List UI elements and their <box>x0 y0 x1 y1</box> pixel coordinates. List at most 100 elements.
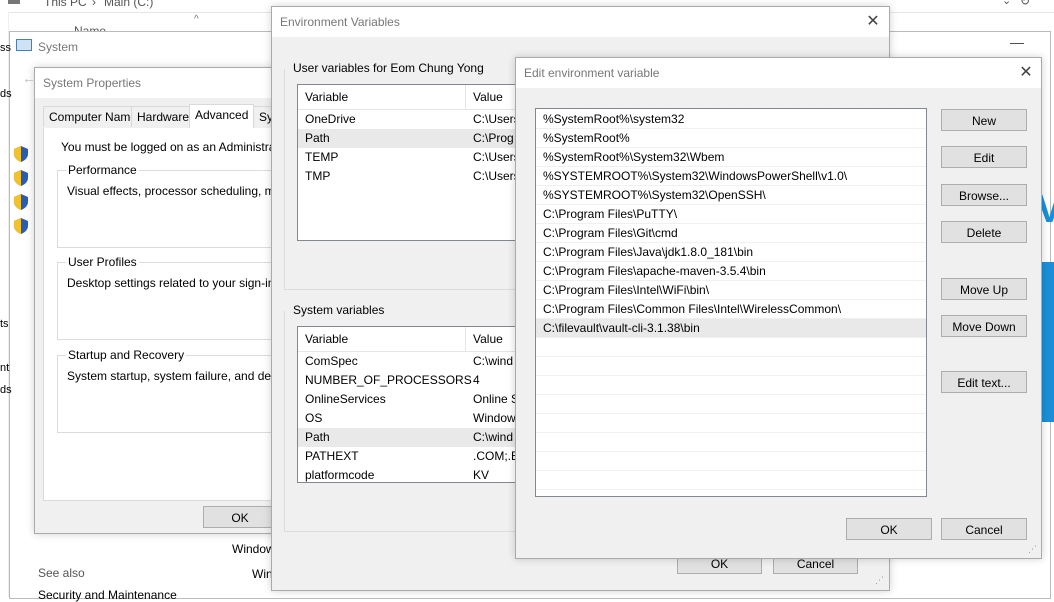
variable-name-cell: Path <box>305 430 330 444</box>
new-button[interactable]: New <box>941 109 1027 131</box>
path-entries-list[interactable]: %SystemRoot%\system32 %SystemRoot% %System… <box>535 108 927 497</box>
tab-label: Computer Name <box>49 110 138 124</box>
address-dropdown-icon[interactable]: ⌄ <box>1002 0 1011 7</box>
close-icon[interactable]: ✕ <box>862 11 884 33</box>
column-header-value[interactable]: Value <box>473 85 503 109</box>
variable-value-cell: KV <box>473 468 490 482</box>
list-item[interactable]: C:\filevault\vault-cli-3.1.38\bin <box>536 319 926 338</box>
system-properties-ok-button[interactable]: OK <box>203 506 277 528</box>
list-item[interactable] <box>536 452 926 471</box>
windows-logo-fragment <box>1040 262 1054 422</box>
variable-value-cell: C:\Users <box>473 169 520 183</box>
variable-name-cell: TEMP <box>305 150 339 164</box>
tab-advanced[interactable]: Advanced <box>189 104 255 128</box>
uac-shield-icon <box>14 194 28 210</box>
minimize-icon[interactable]: — <box>1010 34 1024 50</box>
list-item[interactable] <box>536 376 926 395</box>
variable-value-cell: .COM;.E <box>473 449 520 463</box>
admin-note: You must be logged on as an Administrato… <box>61 140 303 154</box>
list-item[interactable]: %SystemRoot% <box>536 129 926 148</box>
delete-button[interactable]: Delete <box>941 221 1027 243</box>
variable-value-cell: C:\Prog <box>473 131 514 145</box>
column-header-value[interactable]: Value <box>473 327 503 351</box>
variable-name-cell: Path <box>305 131 330 145</box>
variable-name-cell: TMP <box>305 169 331 183</box>
breadcrumb-this-pc[interactable]: This PC <box>44 0 87 9</box>
list-item[interactable]: C:\Program Files\apache-maven-3.5.4\bin <box>536 262 926 281</box>
list-item[interactable]: %SYSTEMROOT%\System32\WindowsPowerShell\… <box>536 167 926 186</box>
left-edge-shield-column: ss ds ts nt ds <box>0 42 12 520</box>
edit-environment-variable-dialog: Edit environment variable ✕ %SystemRoot%… <box>515 57 1042 559</box>
list-item[interactable]: C:\Program Files\Git\cmd <box>536 224 926 243</box>
uac-shield-icon <box>14 218 28 234</box>
security-maintenance-link[interactable]: Security and Maintenance <box>38 588 177 602</box>
variable-name-cell: OnlineServices <box>305 392 386 406</box>
edit-dialog-title: Edit environment variable <box>524 66 660 80</box>
resize-grip-icon[interactable]: ⋰ <box>875 575 884 586</box>
left-edge-fragment: ss <box>0 42 11 54</box>
column-divider <box>465 327 466 351</box>
list-item[interactable] <box>536 338 926 357</box>
breadcrumb-separator-icon: › <box>92 0 96 9</box>
left-edge-fragment: nt <box>0 362 10 374</box>
tab-label: Advanced <box>195 108 249 122</box>
tab-label: Hardware <box>137 110 190 124</box>
startup-recovery-desc: System startup, system failure, and debu… <box>67 369 301 383</box>
drive-icon <box>8 0 20 4</box>
left-edge-fragment: ds <box>0 88 12 100</box>
variable-value-cell: C:\Users <box>473 150 520 164</box>
system-properties-dialog: System Properties Computer Name Hardware… <box>34 67 303 534</box>
tab-computer-name[interactable]: Computer Name <box>43 106 144 127</box>
list-item[interactable]: %SYSTEMROOT%\System32\OpenSSH\ <box>536 186 926 205</box>
breadcrumb-main[interactable]: Main (C:) <box>104 0 153 9</box>
variable-value-cell: Online S <box>473 392 520 406</box>
system-properties-title: System Properties <box>43 76 142 90</box>
system-window-title: System <box>38 40 79 54</box>
variable-value-cell: C:\wind <box>473 354 514 368</box>
variable-value-cell: 4 <box>473 373 480 387</box>
variable-name-cell: PATHEXT <box>305 449 359 463</box>
system-properties-titlebar: System Properties <box>35 68 285 98</box>
tab-strip: Computer Name Hardware Advanced Sys <box>43 104 286 129</box>
list-item[interactable]: C:\Program Files\Intel\WiFi\bin\ <box>536 281 926 300</box>
edit-dialog-ok-button[interactable]: OK <box>846 518 932 540</box>
resize-grip-icon[interactable]: ⋰ <box>1028 544 1037 555</box>
list-item[interactable] <box>536 395 926 414</box>
left-edge-fragment: ds <box>0 384 12 396</box>
close-icon[interactable]: ✕ <box>1015 62 1037 84</box>
edit-dialog-cancel-button[interactable]: Cancel <box>941 518 1027 540</box>
left-edge-fragment: ts <box>0 318 9 330</box>
list-item[interactable]: %SystemRoot%\system32 <box>536 110 926 129</box>
list-item[interactable]: %SystemRoot%\System32\Wbem <box>536 148 926 167</box>
list-item[interactable] <box>536 433 926 452</box>
column-header-variable[interactable]: Variable <box>305 327 348 351</box>
edit-dialog-titlebar: Edit environment variable ✕ <box>516 58 1041 88</box>
list-item[interactable]: C:\Program Files\PuTTY\ <box>536 205 926 224</box>
list-item[interactable] <box>536 414 926 433</box>
sort-up-icon: ^ <box>194 14 199 25</box>
list-item[interactable] <box>536 471 926 490</box>
win-text: Win <box>252 567 273 581</box>
move-up-button[interactable]: Move Up <box>941 278 1027 300</box>
startup-recovery-group: Startup and Recovery System startup, sys… <box>57 348 301 433</box>
list-item[interactable]: C:\Program Files\Common Files\Intel\Wire… <box>536 300 926 319</box>
refresh-icon[interactable]: ↻ <box>1020 0 1030 8</box>
env-vars-title: Environment Variables <box>280 15 400 29</box>
uac-shield-icon <box>14 170 28 186</box>
list-item[interactable] <box>536 357 926 376</box>
variable-name-cell: OneDrive <box>305 112 356 126</box>
edit-button[interactable]: Edit <box>941 146 1027 168</box>
variable-value-cell: C:\Users <box>473 112 520 126</box>
see-also-label: See also <box>38 566 85 580</box>
list-item[interactable]: C:\Program Files\Java\jdk1.8.0_181\bin <box>536 243 926 262</box>
column-header-variable[interactable]: Variable <box>305 85 348 109</box>
edit-text-button[interactable]: Edit text... <box>941 371 1027 393</box>
tab-hardware[interactable]: Hardware <box>131 106 196 127</box>
performance-group: Performance Visual effects, processor sc… <box>57 163 302 248</box>
startup-recovery-label: Startup and Recovery <box>66 348 187 362</box>
browse-button[interactable]: Browse... <box>941 184 1027 206</box>
performance-label: Performance <box>66 163 139 177</box>
variable-value-cell: C:\wind <box>473 430 514 444</box>
move-down-button[interactable]: Move Down <box>941 315 1027 337</box>
advanced-tab-panel: You must be logged on as an Administrato… <box>43 128 303 501</box>
